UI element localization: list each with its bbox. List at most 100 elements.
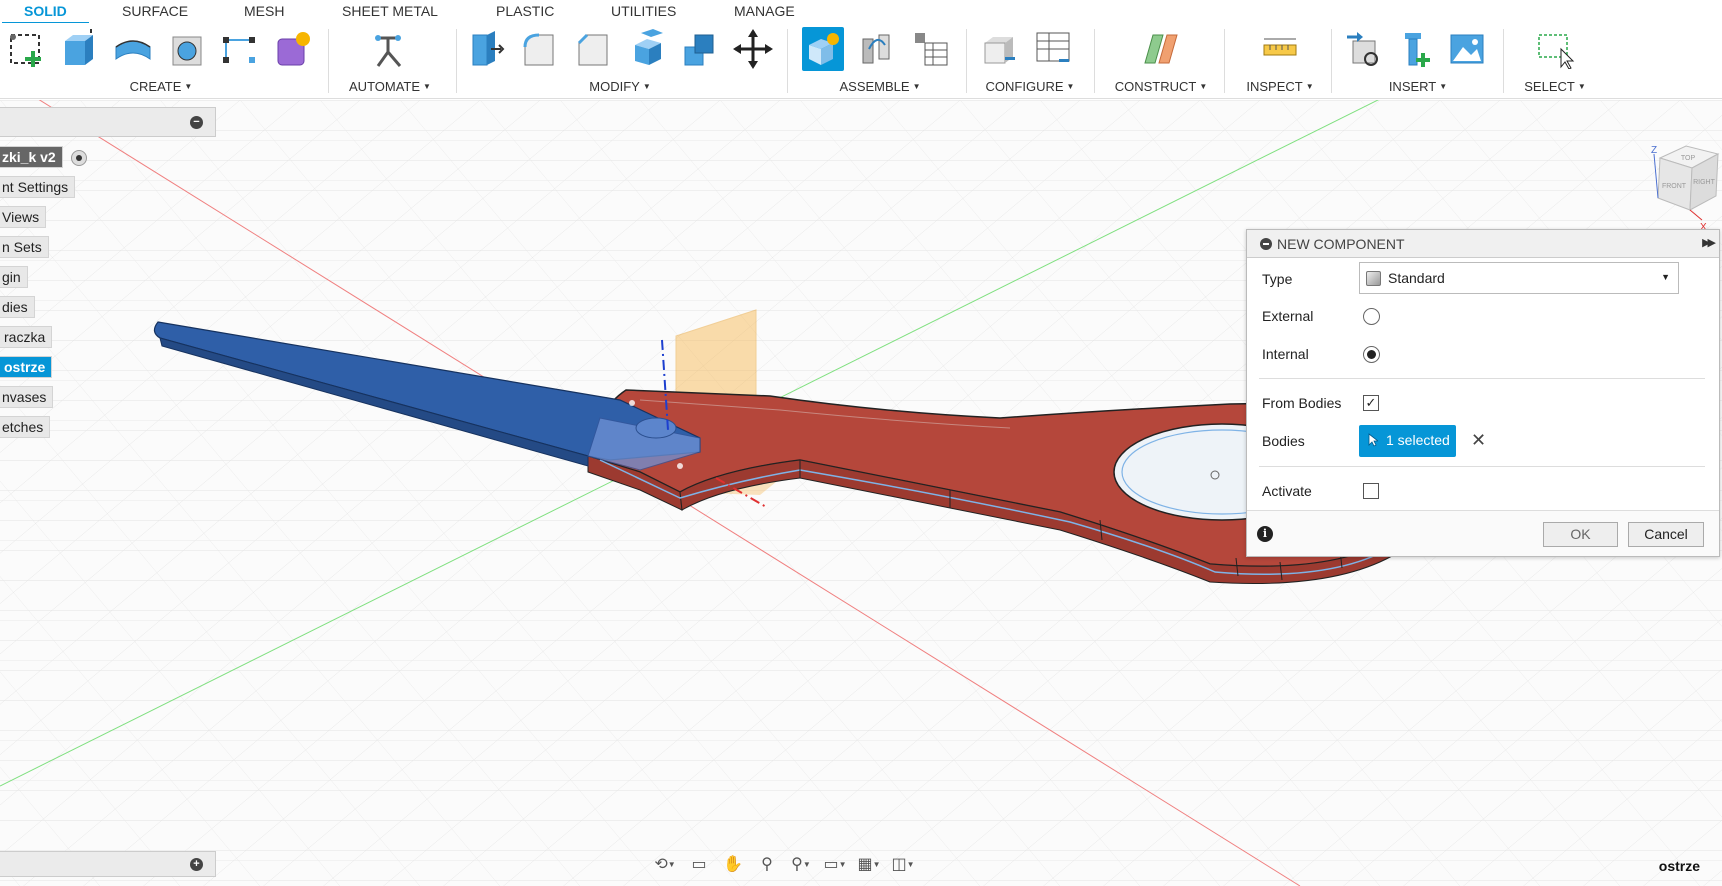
viewports-icon[interactable]: ◫ ▼	[890, 853, 916, 875]
configure-group: CONFIGURE ▼	[972, 23, 1088, 99]
internal-label: Internal	[1262, 346, 1309, 362]
construct-menu[interactable]: CONSTRUCT ▼	[1100, 79, 1222, 94]
insert-mcmaster-icon[interactable]	[1396, 27, 1438, 71]
from-bodies-label: From Bodies	[1262, 395, 1342, 411]
external-label: External	[1262, 308, 1314, 324]
grid-settings-icon[interactable]: ▦ ▼	[856, 853, 882, 875]
construct-group: CONSTRUCT ▼	[1100, 23, 1222, 99]
construct-plane-icon[interactable]	[1140, 27, 1182, 71]
create-menu[interactable]: CREATE ▼	[0, 79, 322, 94]
pattern-icon[interactable]	[218, 27, 260, 71]
tab-manage[interactable]: MANAGE	[734, 3, 795, 23]
measure-icon[interactable]	[1259, 27, 1301, 71]
move-copy-icon[interactable]	[732, 27, 774, 71]
from-bodies-checkbox[interactable]: ✓	[1363, 395, 1379, 411]
revolve-icon[interactable]	[112, 27, 154, 71]
assemble-group: ASSEMBLE ▼	[796, 23, 964, 99]
browser-item-ostrze[interactable]: ostrze	[0, 356, 53, 378]
new-component-icon[interactable]	[802, 27, 844, 71]
tab-sheet-metal[interactable]: SHEET METAL	[342, 3, 438, 23]
select-menu[interactable]: SELECT ▼	[1510, 79, 1600, 94]
browser-item-named-views[interactable]: Views	[0, 206, 47, 228]
insert-menu[interactable]: INSERT ▼	[1336, 79, 1500, 94]
automate-icon[interactable]	[368, 27, 410, 71]
insert-group: INSERT ▼	[1336, 23, 1500, 99]
shell-icon[interactable]	[626, 27, 668, 71]
zoom-window-icon[interactable]: ⚲ ▼	[788, 853, 814, 875]
svg-text:RIGHT: RIGHT	[1693, 179, 1716, 186]
expand-comments-icon[interactable]: +	[190, 858, 203, 871]
browser-item-raczka[interactable]: raczka	[0, 326, 53, 348]
inspect-menu[interactable]: INSPECT ▼	[1230, 79, 1330, 94]
configure-icon[interactable]	[978, 27, 1020, 71]
dialog-footer: i OK Cancel	[1247, 510, 1719, 556]
joint-icon[interactable]	[856, 27, 898, 71]
tab-utilities[interactable]: UTILITIES	[611, 3, 676, 23]
activate-checkbox[interactable]	[1363, 483, 1379, 499]
activate-label: Activate	[1262, 483, 1312, 499]
ok-button[interactable]: OK	[1543, 522, 1618, 547]
canvas-icon[interactable]	[1446, 27, 1488, 71]
inspect-group: INSPECT ▼	[1230, 23, 1330, 99]
new-component-dialog: NEW COMPONENT ▶▶ Type Standard ▼ Externa…	[1246, 229, 1720, 557]
chevron-down-icon: ▼	[1661, 272, 1670, 282]
dialog-expand-icon[interactable]: ▶▶	[1702, 236, 1716, 249]
ribbon-tabs: SOLID SURFACE MESH SHEET METAL PLASTIC U…	[0, 0, 1722, 25]
fillet-icon[interactable]	[518, 27, 560, 71]
pan-hand-icon[interactable]: ✋	[720, 853, 746, 875]
form-icon[interactable]	[272, 27, 314, 71]
orbit-icon[interactable]: ⟲ ▼	[652, 853, 678, 875]
browser-item-sketches[interactable]: etches	[0, 416, 51, 438]
modify-menu[interactable]: MODIFY ▼	[460, 79, 780, 94]
press-pull-icon[interactable]	[464, 27, 506, 71]
combine-icon[interactable]	[678, 27, 720, 71]
svg-text:FRONT: FRONT	[1662, 183, 1687, 190]
browser-item-origin[interactable]: gin	[0, 266, 28, 288]
collapse-browser-icon[interactable]: −	[190, 116, 203, 129]
ribbon-toolbar: CREATE ▼ AUTOMATE ▼ MODIFY ▼ ASSEMBLE ▼ …	[0, 23, 1722, 99]
bodies-selection-count: 1 selected	[1386, 432, 1450, 448]
browser-item-document-settings[interactable]: nt Settings	[0, 176, 76, 198]
tab-surface[interactable]: SURFACE	[122, 3, 188, 23]
activate-root-radio[interactable]	[71, 150, 87, 166]
bill-of-materials-icon[interactable]	[910, 27, 952, 71]
browser-panel-header: −	[0, 107, 216, 137]
browser-item-canvases[interactable]: nvases	[0, 386, 54, 408]
info-icon[interactable]: i	[1257, 526, 1273, 542]
internal-radio[interactable]	[1363, 346, 1380, 363]
automate-menu[interactable]: AUTOMATE ▼	[330, 79, 450, 94]
zoom-icon[interactable]: ⚲	[754, 853, 780, 875]
browser-item-bodies[interactable]: dies	[0, 296, 35, 318]
tab-plastic[interactable]: PLASTIC	[496, 3, 554, 23]
look-at-icon[interactable]: ▭	[686, 853, 712, 875]
configure-menu[interactable]: CONFIGURE ▼	[972, 79, 1088, 94]
cancel-button[interactable]: Cancel	[1628, 522, 1704, 547]
assemble-menu[interactable]: ASSEMBLE ▼	[796, 79, 964, 94]
dialog-minimize-icon[interactable]	[1260, 238, 1272, 250]
component-type-icon	[1366, 271, 1381, 286]
tab-mesh[interactable]: MESH	[244, 3, 284, 23]
active-component-name: ostrze	[1658, 858, 1700, 874]
display-settings-icon[interactable]: ▭ ▼	[822, 853, 848, 875]
browser-item-selection-sets[interactable]: n Sets	[0, 236, 49, 258]
clear-selection-icon[interactable]: ✕	[1471, 430, 1486, 451]
select-window-icon[interactable]	[1534, 27, 1576, 71]
external-radio[interactable]	[1363, 308, 1380, 325]
type-select[interactable]: Standard ▼	[1359, 262, 1679, 294]
extrude-icon[interactable]	[58, 27, 100, 71]
dialog-title: NEW COMPONENT	[1277, 236, 1405, 252]
create-sketch-icon[interactable]	[6, 27, 48, 71]
automate-group: AUTOMATE ▼	[330, 23, 450, 99]
hole-icon[interactable]	[166, 27, 208, 71]
chamfer-icon[interactable]	[572, 27, 614, 71]
cursor-arrow-icon	[1368, 433, 1380, 450]
create-group: CREATE ▼	[0, 23, 322, 99]
configuration-table-icon[interactable]	[1032, 27, 1074, 71]
tab-solid[interactable]: SOLID	[2, 3, 89, 25]
browser-root-item[interactable]: zki_k v2	[0, 146, 63, 168]
navigation-bar: ⟲ ▼ ▭ ✋ ⚲ ⚲ ▼ ▭ ▼ ▦ ▼ ◫ ▼	[652, 850, 942, 878]
insert-derive-icon[interactable]	[1344, 27, 1386, 71]
bodies-selection-button[interactable]: 1 selected	[1359, 425, 1456, 457]
dialog-header[interactable]: NEW COMPONENT ▶▶	[1247, 230, 1719, 258]
type-select-value: Standard	[1388, 270, 1445, 286]
